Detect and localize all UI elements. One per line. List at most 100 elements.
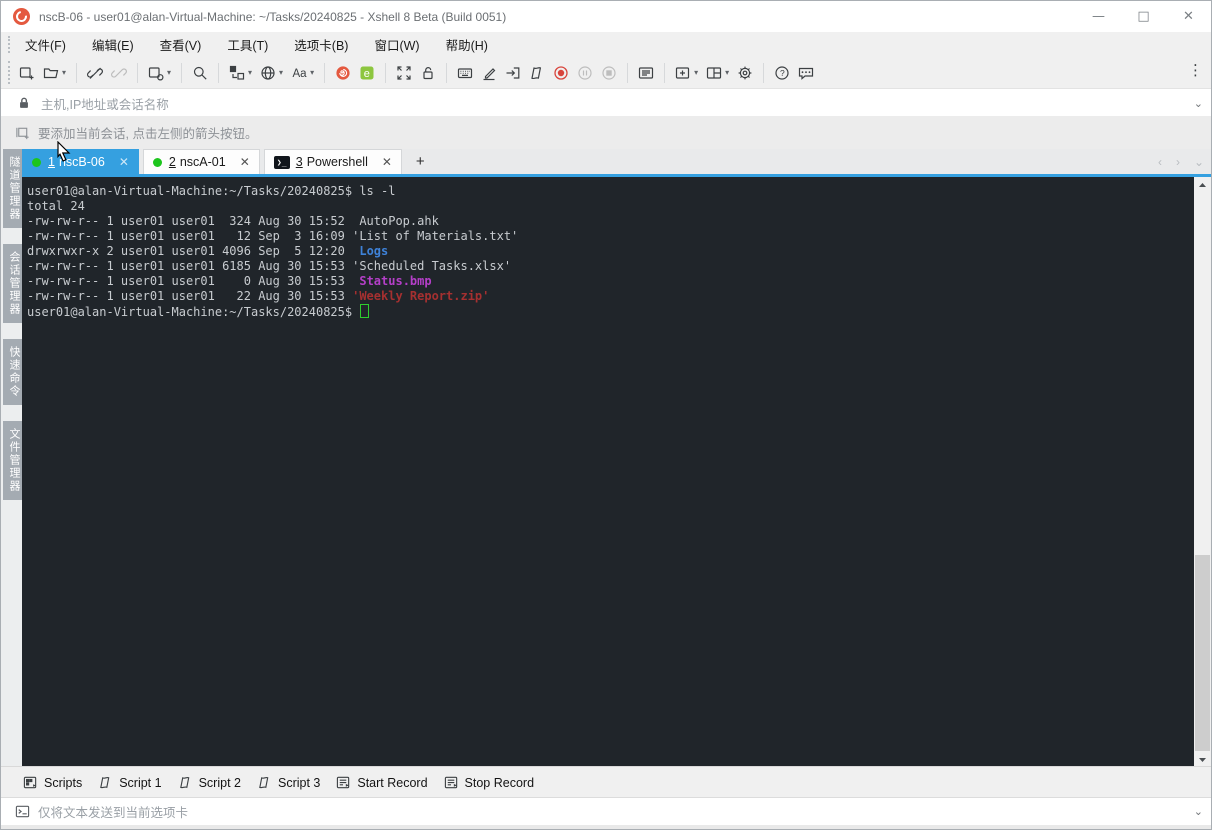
stop-record-button[interactable] [597, 61, 621, 85]
toolbar-separator [763, 63, 764, 83]
compose-bar-button[interactable] [634, 61, 658, 85]
fonts-button[interactable]: Aa▾ [287, 61, 318, 85]
menu-item-4[interactable]: 选项卡(B) [284, 36, 358, 56]
tab-layout-button[interactable]: ▾ [702, 61, 733, 85]
encoding-globe-button[interactable]: ▾ [256, 61, 287, 85]
tab-scroll-left-icon[interactable]: ‹ [1151, 155, 1169, 169]
dropdown-caret-icon[interactable]: ▾ [694, 68, 698, 77]
stop-record-icon [601, 65, 617, 81]
svg-text:?: ? [780, 68, 785, 78]
powershell-icon: ❯_ [274, 156, 290, 169]
dropdown-caret-icon[interactable]: ▾ [248, 68, 252, 77]
tab-list-icon[interactable]: ⌄ [1187, 155, 1211, 169]
dropdown-caret-icon[interactable]: ▾ [725, 68, 729, 77]
encoding-globe-icon [260, 65, 276, 81]
toolbar-separator [627, 63, 628, 83]
new-tab-button[interactable]: ▾ [671, 61, 702, 85]
settings-gear-button[interactable] [733, 61, 757, 85]
script-page-icon [98, 775, 113, 790]
send-bar-dropdown-icon[interactable]: ⌄ [1194, 805, 1203, 818]
script-page-icon [257, 775, 272, 790]
window-title: nscB-06 - user01@alan-Virtual-Machine: ~… [39, 10, 506, 24]
menu-item-2[interactable]: 查看(V) [150, 36, 212, 56]
side-pane-tab-2[interactable]: 快速命令 [3, 339, 22, 405]
terminal-prompt-icon [15, 804, 30, 819]
lock-icon [17, 96, 31, 110]
record-button[interactable] [549, 61, 573, 85]
new-tab-button[interactable]: + [406, 153, 435, 170]
pause-record-button[interactable] [573, 61, 597, 85]
quick-button-stop-record[interactable]: Stop Record [436, 775, 542, 790]
tab-number: 3 [296, 155, 303, 169]
new-session-button[interactable] [15, 61, 39, 85]
tab-nscB-06[interactable]: 1nscB-06✕ [22, 149, 139, 174]
address-bar[interactable]: 主机,IP地址或会话名称 ⌄ [1, 88, 1211, 117]
xshell-logo-button[interactable] [331, 61, 355, 85]
send-text-bar[interactable]: 仅将文本发送到当前选项卡 ⌄ [1, 797, 1211, 825]
session-status-dot [153, 158, 162, 167]
tab-label: nscA-01 [180, 155, 226, 169]
run-script-button[interactable] [525, 61, 549, 85]
dropdown-caret-icon[interactable]: ▾ [279, 68, 283, 77]
scrollbar-thumb[interactable] [1195, 555, 1210, 751]
xftp-logo-button[interactable]: e [355, 61, 379, 85]
tab-close-icon[interactable]: ✕ [382, 155, 392, 169]
side-pane-tab-3[interactable]: 文件管理器 [3, 421, 22, 500]
menu-item-6[interactable]: 帮助(H) [436, 36, 498, 56]
side-pane-tab-0[interactable]: 隧道管理器 [3, 149, 22, 228]
disconnect-button[interactable] [83, 61, 107, 85]
toolbar-overflow-icon[interactable]: ⋮ [1188, 61, 1203, 79]
highlight-pen-button[interactable] [477, 61, 501, 85]
tab-scroll-right-icon[interactable]: › [1169, 155, 1187, 169]
quick-button-scripts[interactable]: Scripts [15, 775, 90, 790]
menu-item-1[interactable]: 编辑(E) [82, 36, 144, 56]
scroll-down-icon[interactable] [1194, 752, 1211, 767]
tab-nscA-01[interactable]: 2nscA-01✕ [143, 149, 260, 174]
quick-button-script-1[interactable]: Script 1 [90, 775, 169, 790]
fullscreen-button[interactable] [392, 61, 416, 85]
menu-item-3[interactable]: 工具(T) [217, 36, 278, 56]
send-text-input[interactable]: 仅将文本发送到当前选项卡 [38, 802, 188, 821]
send-text-button[interactable] [501, 61, 525, 85]
quick-button-script-2[interactable]: Script 2 [170, 775, 249, 790]
dropdown-caret-icon[interactable]: ▾ [310, 68, 314, 77]
lock-screen-button[interactable] [416, 61, 440, 85]
quick-button-label: Script 2 [199, 776, 241, 790]
fonts-icon: Aa [291, 65, 307, 81]
toolbar-gripper [8, 61, 10, 84]
arrange-sessions-button[interactable]: ▾ [225, 61, 256, 85]
maximize-button[interactable]: □ [1121, 1, 1166, 32]
minimize-button[interactable]: — [1076, 1, 1121, 32]
quick-button-script-3[interactable]: Script 3 [249, 775, 328, 790]
search-button[interactable] [188, 61, 212, 85]
lock-screen-icon [420, 65, 436, 81]
tab-Powershell[interactable]: ❯_3Powershell✕ [264, 149, 402, 174]
quick-button-label: Start Record [357, 776, 427, 790]
scroll-up-icon[interactable] [1194, 177, 1211, 192]
open-session-button[interactable]: ▾ [39, 61, 70, 85]
terminal-line: -rw-rw-r-- 1 user01 user01 324 Aug 30 15… [27, 214, 1194, 229]
reconnect-button[interactable] [107, 61, 131, 85]
tab-close-icon[interactable]: ✕ [119, 155, 129, 169]
help-button[interactable]: ? [770, 61, 794, 85]
onscreen-keyboard-button[interactable] [453, 61, 477, 85]
terminal-line: user01@alan-Virtual-Machine:~/Tasks/2024… [27, 304, 1194, 320]
side-pane-tab-1[interactable]: 会话管理器 [3, 244, 22, 323]
terminal-scrollbar[interactable] [1194, 177, 1211, 767]
address-dropdown-icon[interactable]: ⌄ [1194, 97, 1203, 110]
svg-text:Aa: Aa [293, 68, 308, 80]
quick-button-start-record[interactable]: Start Record [328, 775, 435, 790]
feedback-button[interactable] [794, 61, 818, 85]
onscreen-keyboard-icon [457, 65, 473, 81]
close-button[interactable]: ✕ [1166, 1, 1211, 32]
menu-item-0[interactable]: 文件(F) [15, 36, 76, 56]
session-properties-button[interactable]: ▾ [144, 61, 175, 85]
dropdown-caret-icon[interactable]: ▾ [62, 68, 66, 77]
menu-item-5[interactable]: 窗口(W) [364, 36, 429, 56]
address-input[interactable]: 主机,IP地址或会话名称 [41, 94, 169, 113]
dropdown-caret-icon[interactable]: ▾ [167, 68, 171, 77]
titlebar: nscB-06 - user01@alan-Virtual-Machine: ~… [1, 1, 1211, 32]
tab-close-icon[interactable]: ✕ [240, 155, 250, 169]
menubar: 文件(F) 编辑(E) 查看(V)工具(T) 选项卡(B) 窗口(W) 帮助(H) [1, 32, 1211, 57]
terminal-screen[interactable]: user01@alan-Virtual-Machine:~/Tasks/2024… [22, 177, 1194, 767]
